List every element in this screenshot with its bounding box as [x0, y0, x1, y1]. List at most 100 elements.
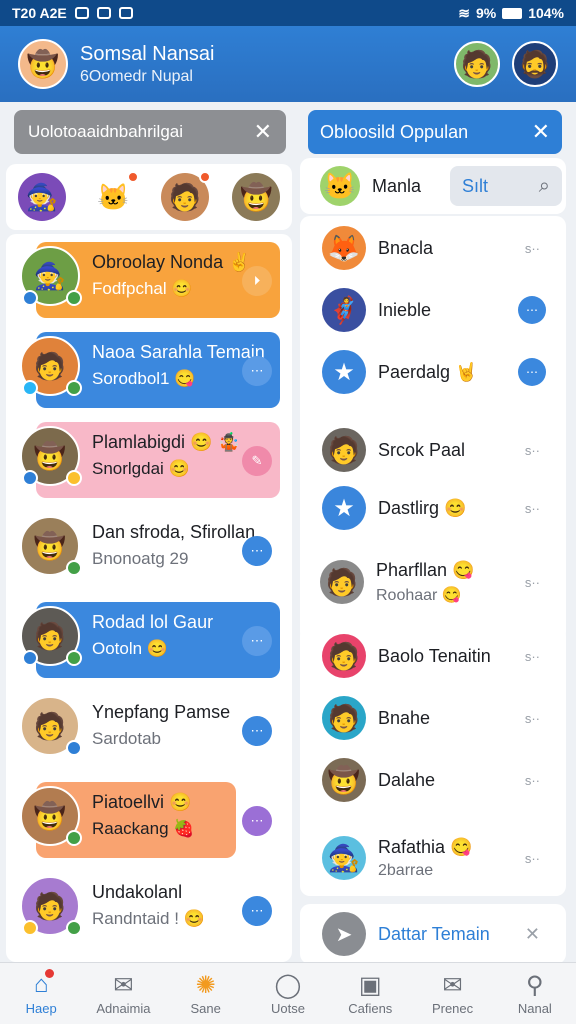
- chat-avatar: 🧑: [20, 696, 82, 756]
- story-man-avatar[interactable]: 🧑: [160, 171, 211, 221]
- user-subtitle: 6Oomedr Nupal: [80, 67, 193, 85]
- map-icon: ✉: [113, 972, 134, 999]
- close-icon[interactable]: ✕: [525, 924, 540, 945]
- contact-row[interactable]: 🦊 Bnacla s··: [300, 218, 564, 278]
- story-cat-sticker[interactable]: 🐱: [89, 171, 140, 221]
- contact-avatar: 🐱: [320, 166, 360, 206]
- contact-card[interactable]: 🧑 Pharfllan 😋 Roohaar 😋 s··: [306, 542, 564, 622]
- chat-name: Ynepfang Pamse: [92, 702, 231, 722]
- chat-item[interactable]: 🧑 Naoa Sarahla Temain Sorodbol1 😋 ⋯: [6, 328, 292, 408]
- contact-avatar[interactable]: 🧑: [454, 41, 500, 87]
- story-hat-avatar[interactable]: 🤠: [232, 173, 281, 221]
- search-icon[interactable]: ⌕: [539, 175, 550, 198]
- chat-name: Undakolanl: [92, 882, 183, 902]
- nav-camera[interactable]: ▣ Cafiens: [329, 963, 411, 1024]
- close-icon[interactable]: ✕: [254, 119, 272, 145]
- chat-action-button[interactable]: ⋯: [242, 806, 272, 836]
- contact-row[interactable]: 🧑 Srcok Paal s··: [300, 420, 564, 480]
- home-icon: ⌂: [34, 969, 55, 999]
- contact-avatar: 🧑: [320, 560, 364, 604]
- stories-row: 🧙 🐱 🧑 🤠: [6, 164, 292, 230]
- contact-avatar: 🧑: [322, 428, 366, 472]
- contact-name: Bnacla: [378, 237, 434, 258]
- chat-action-button[interactable]: ⋯: [242, 896, 272, 926]
- contact-name: Paerdalg 🤘: [378, 361, 478, 382]
- chat-item[interactable]: 🧑 Ynepfang Pamse Sardotab ⋯: [6, 688, 292, 768]
- chat-sub: Raackang 🍓: [92, 819, 195, 838]
- profile-avatar[interactable]: 🧔: [512, 41, 558, 87]
- chat-item[interactable]: 🤠 Piatoellvi 😊 Raackang 🍓 ⋯: [6, 778, 292, 858]
- chat-item[interactable]: 🤠 Plamlabigdi 😊 🤹 Snorlgdai 😊 ✎: [6, 418, 292, 498]
- chat-item[interactable]: 🧙 Obroolay Nonda ✌ Fodfpchal 😊 ⏵: [6, 238, 292, 318]
- contact-row[interactable]: 🧙 Rafathia 😋 2barrae s··: [300, 822, 564, 894]
- contacts-card: 🧑 Baolo Tenaitin s·· 🧑 Bnahe s·· 🤠 Dalah…: [300, 626, 566, 896]
- contact-avatar: 🧙: [322, 836, 366, 880]
- notification-dot: [198, 171, 211, 183]
- chat-action-button[interactable]: ⋯: [242, 356, 272, 386]
- app-header: 🤠 Somsal Nansai 6Oomedr Nupal 🧑 🧔: [0, 26, 576, 102]
- nav-home[interactable]: ⌂ Haep: [0, 963, 82, 1024]
- star-icon: ★: [322, 486, 366, 530]
- user-avatar[interactable]: 🤠: [18, 39, 68, 89]
- contact-search-chip[interactable]: Obloosild Oppulan ✕: [308, 110, 562, 154]
- contact-action-icon[interactable]: ⋯: [518, 358, 546, 386]
- chat-sub: Bnonoatg 29: [92, 549, 189, 568]
- nav-profile[interactable]: ⚲ Nanal: [494, 963, 576, 1024]
- chat-item[interactable]: 🧑 Undakolanl Randntaid ! 😊 ⋯: [6, 868, 292, 948]
- filter-bar[interactable]: Sılt ⌕: [450, 166, 562, 206]
- contact-row[interactable]: ★ Paerdalg 🤘 ⋯: [300, 342, 564, 402]
- nav-mail[interactable]: ✉ Prenec: [411, 963, 493, 1024]
- daftar-row[interactable]: ➤ Dattar Temain ✕: [300, 904, 564, 964]
- nav-circle[interactable]: ◯ Uotse: [247, 963, 329, 1024]
- battery-icon: [502, 7, 523, 19]
- contact-row[interactable]: 🧑 Baolo Tenaitin s··: [300, 626, 564, 686]
- contact-name: Srcok Paal: [378, 439, 466, 460]
- chat-name: Rodad lol Gaur: [92, 612, 214, 632]
- nav-map[interactable]: ✉ Adnaimia: [82, 963, 164, 1024]
- contact-row[interactable]: 🧑 Bnahe s··: [300, 688, 564, 748]
- contact-sub: 2barrae: [378, 861, 434, 879]
- contact-name: Pharfllan 😋: [376, 559, 475, 580]
- mail-icon: ✉: [442, 972, 463, 999]
- search-chip[interactable]: Uolotoaaidnbahrilgai ✕: [14, 110, 286, 154]
- contact-search-text: Obloosild Oppulan: [320, 121, 469, 142]
- contact-name: Dastlirg 😊: [378, 497, 467, 518]
- contact-avatar: 🦊: [322, 226, 366, 270]
- chat-avatar: 🤠: [20, 516, 82, 576]
- contact-meta: s··: [524, 850, 540, 866]
- star-icon: ★: [322, 350, 366, 394]
- contact-sub: Roohaar 😋: [376, 586, 462, 604]
- camera-icon: ▣: [358, 972, 382, 999]
- chat-action-button[interactable]: ⏵: [242, 266, 272, 296]
- contact-row[interactable]: 🧑 Pharfllan 😋 Roohaar 😋 s··: [306, 552, 564, 612]
- contact-name: Dalahe: [378, 769, 436, 790]
- chat-action-button[interactable]: ✎: [242, 446, 272, 476]
- circle-icon: ◯: [274, 972, 302, 999]
- notification-dot: [127, 171, 140, 183]
- chat-action-button[interactable]: ⋯: [242, 716, 272, 746]
- contact-avatar: 🦸: [322, 288, 366, 332]
- chat-avatar: 🤠: [20, 786, 82, 846]
- nav-sun[interactable]: ✺ Sane: [165, 963, 247, 1024]
- contact-meta: s··: [524, 500, 540, 516]
- chat-item[interactable]: 🧑 Rodad lol Gaur Ootoln 😊 ⋯: [6, 598, 292, 678]
- chat-name: Naoa Sarahla Temain: [92, 342, 265, 362]
- chat-name: Dan sfroda, Sfirollan: [92, 522, 256, 542]
- chat-action-button[interactable]: ⋯: [242, 536, 272, 566]
- bottom-nav: ⌂ Haep ✉ Adnaimia ✺ Sane ◯ Uotse ▣ Cafie…: [0, 962, 576, 1024]
- contact-row[interactable]: 🤠 Dalahe s··: [300, 750, 564, 810]
- contact-row[interactable]: 🦸 Inieble ⋯: [300, 280, 564, 340]
- chat-item[interactable]: 🤠 Dan sfroda, Sfirollan Bnonoatg 29 ⋯: [6, 508, 292, 588]
- left-panel: Uolotoaaidnbahrilgai ✕ 🧙 🐱 🧑 🤠 🧙 Obroola…: [6, 106, 292, 962]
- chat-sub: Ootoln 😊: [92, 639, 168, 658]
- chat-avatar: 🧑: [20, 606, 82, 666]
- contact-meta: s··: [524, 442, 540, 458]
- contact-action-icon[interactable]: ⋯: [518, 296, 546, 324]
- story-warrior-avatar[interactable]: 🧙: [17, 173, 66, 221]
- contact-avatar: 🤠: [322, 758, 366, 802]
- contact-row[interactable]: ★ Dastlirg 😊 s··: [300, 478, 564, 538]
- status-bar: T20 A2E ≋ 9% 104%: [0, 0, 576, 26]
- close-icon[interactable]: ✕: [532, 119, 550, 145]
- chat-action-button[interactable]: ⋯: [242, 626, 272, 656]
- daftar-card[interactable]: ➤ Dattar Temain ✕: [300, 904, 566, 964]
